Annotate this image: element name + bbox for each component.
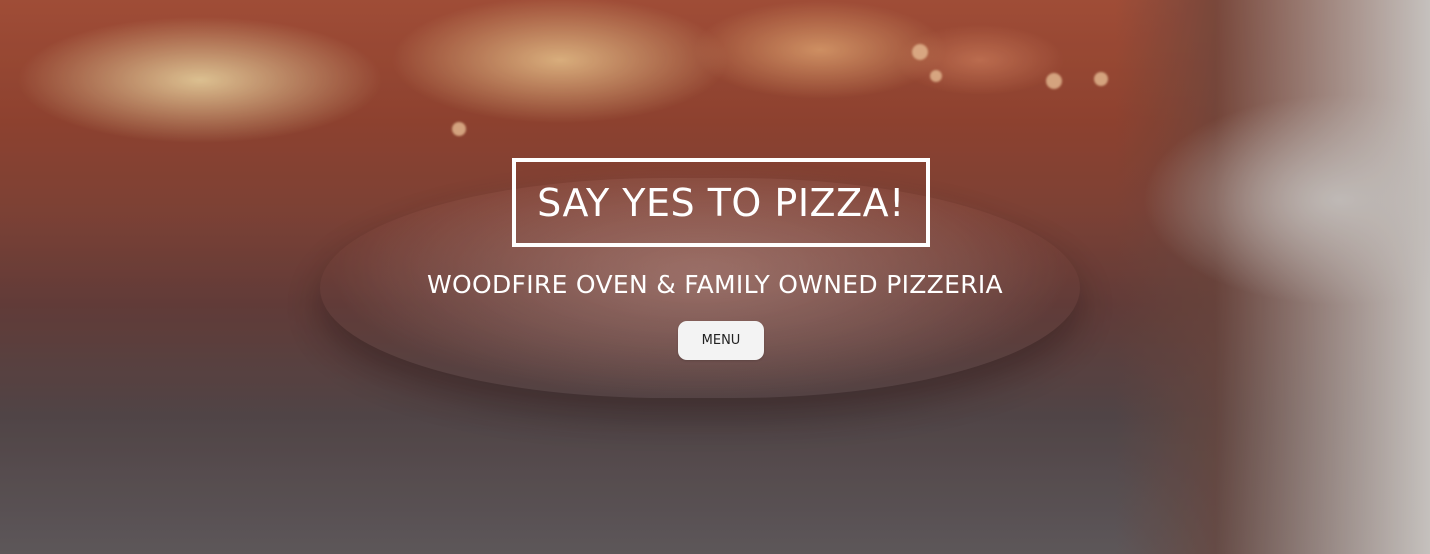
hero-title-box: SAY YES TO PIZZA! — [512, 158, 930, 247]
hero-section: SAY YES TO PIZZA! WOODFIRE OVEN & FAMILY… — [0, 0, 1430, 554]
hero-title: SAY YES TO PIZZA! — [537, 180, 905, 225]
menu-button[interactable]: MENU — [678, 321, 764, 360]
hero-subtitle: WOODFIRE OVEN & FAMILY OWNED PIZZERIA — [427, 270, 1003, 299]
